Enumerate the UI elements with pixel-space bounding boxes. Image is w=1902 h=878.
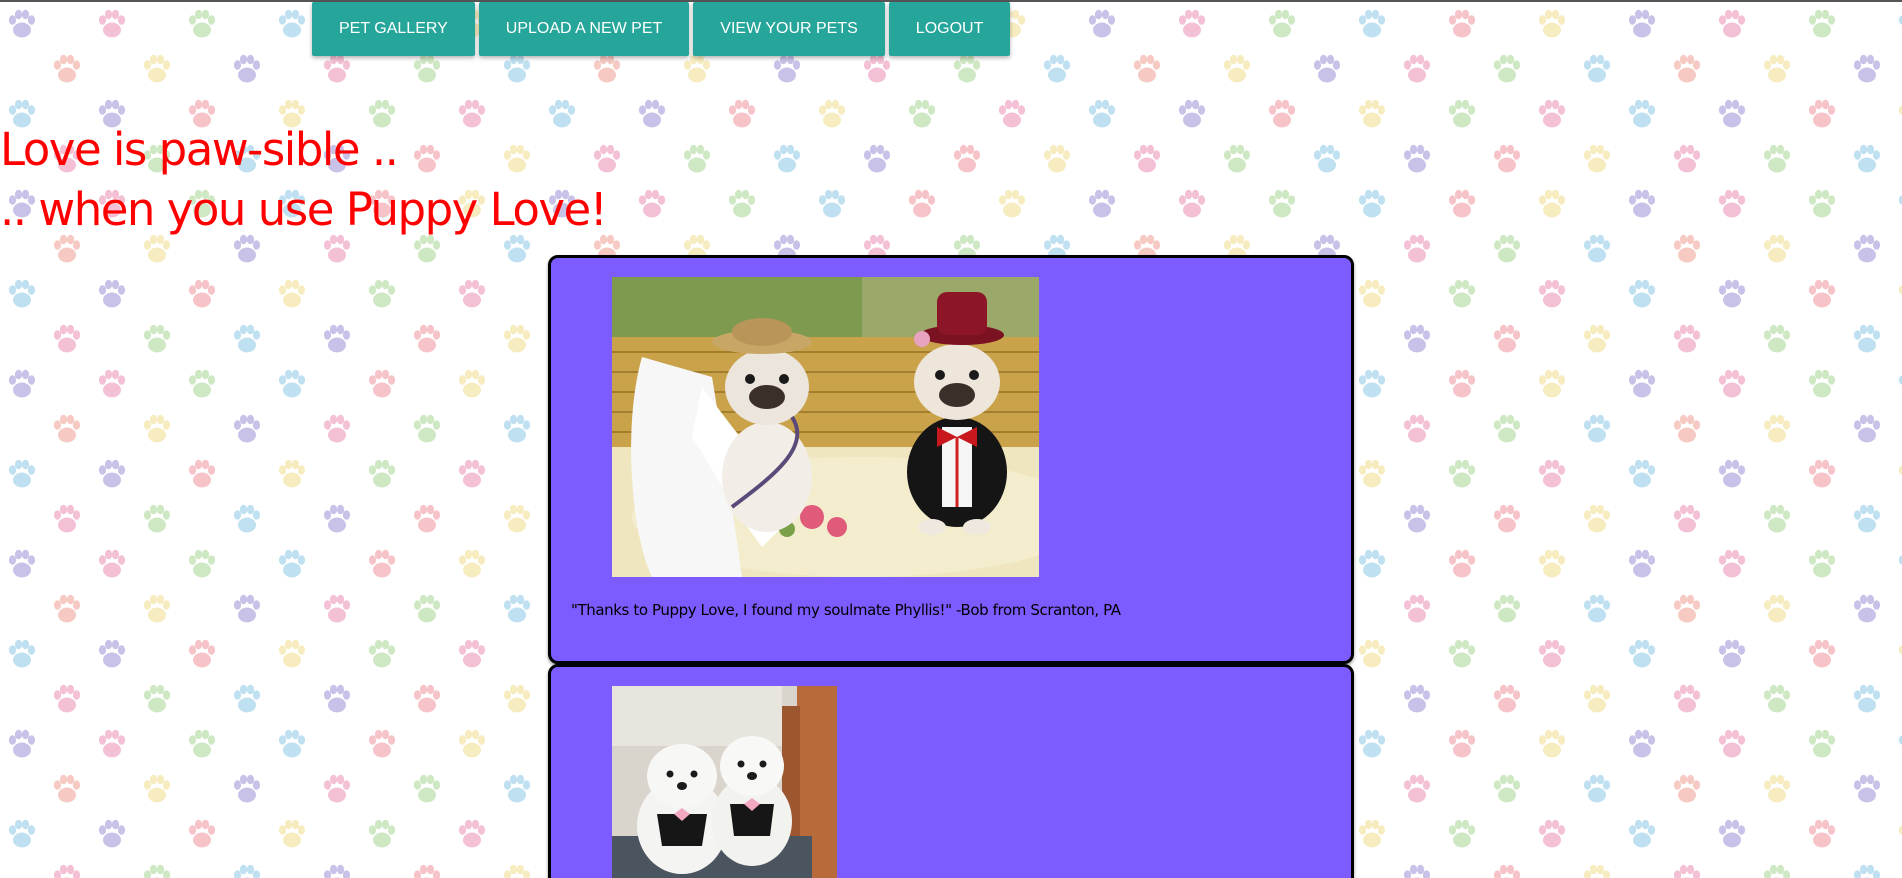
pet-photo [612, 277, 1039, 577]
nav-upload-pet-button[interactable]: UPLOAD A NEW PET [478, 2, 690, 56]
nav-logout-button[interactable]: LOGOUT [888, 2, 1011, 56]
hero-tagline-line1: Love is paw-sible .. [0, 123, 399, 176]
testimonial-card [548, 664, 1354, 878]
testimonial-caption: "Thanks to Puppy Love, I found my soulma… [571, 601, 1121, 619]
hero-tagline: Love is paw-sible .. .. when you use Pup… [0, 120, 608, 240]
testimonial-card: "Thanks to Puppy Love, I found my soulma… [548, 255, 1354, 664]
hero-tagline-line2: .. when you use Puppy Love! [0, 183, 608, 236]
pet-photo [612, 686, 837, 878]
nav-view-pets-button[interactable]: VIEW YOUR PETS [693, 2, 885, 56]
nav-pet-gallery-button[interactable]: PET GALLERY [312, 2, 475, 56]
main-nav: PET GALLERY UPLOAD A NEW PET VIEW YOUR P… [312, 2, 1011, 56]
